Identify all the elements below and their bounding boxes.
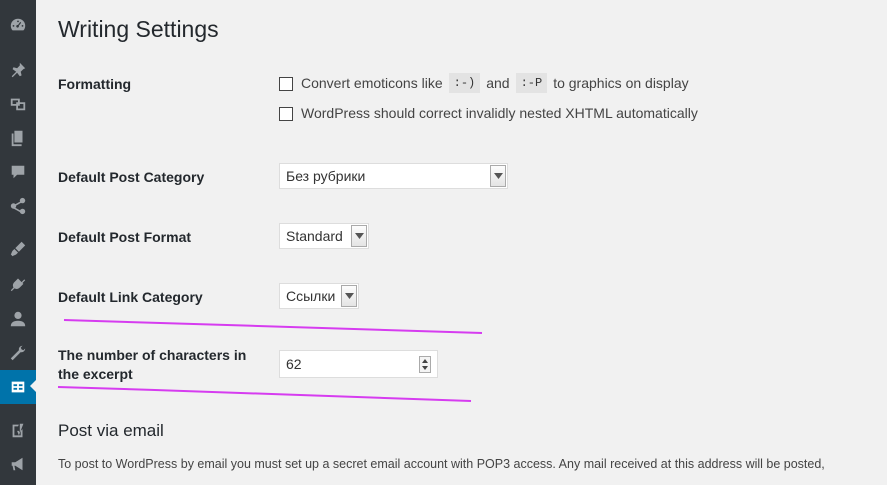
- share-icon[interactable]: [0, 189, 36, 223]
- default-link-category-select[interactable]: Ссылки: [279, 283, 359, 309]
- chevron-down-icon: [490, 165, 506, 187]
- tools-icon[interactable]: [0, 336, 36, 370]
- appearance-icon[interactable]: [0, 232, 36, 266]
- formatting-label: Formatting: [58, 76, 132, 92]
- chevron-down-icon: [341, 285, 357, 307]
- correct-xhtml-checkbox[interactable]: [279, 107, 293, 121]
- pin-icon[interactable]: [0, 53, 36, 87]
- dashboard-icon[interactable]: [0, 8, 36, 42]
- active-menu-indicator: [30, 380, 36, 392]
- spinner-up-icon[interactable]: [420, 357, 430, 365]
- emoticon-code-tongue: :-P: [515, 73, 548, 93]
- pages-icon[interactable]: [0, 121, 36, 155]
- post-via-email-heading: Post via email: [58, 421, 164, 440]
- default-link-category-label: Default Link Category: [58, 289, 203, 305]
- megaphone-icon[interactable]: [0, 447, 36, 481]
- users-icon[interactable]: [0, 302, 36, 336]
- annotation-underline-2: [57, 386, 472, 402]
- excerpt-length-input[interactable]: 62: [279, 350, 438, 378]
- yoast-icon[interactable]: [0, 413, 36, 447]
- excerpt-length-value: 62: [286, 356, 302, 372]
- default-post-category-value: Без рубрики: [286, 168, 366, 184]
- excerpt-length-label: The number of characters in the excerpt: [58, 347, 247, 382]
- annotation-underline-1: [63, 319, 483, 334]
- emoticons-text-before: Convert emoticons like: [301, 75, 443, 91]
- default-post-format-value: Standard: [286, 228, 343, 244]
- plugins-icon[interactable]: [0, 266, 36, 300]
- post-via-email-description: To post to WordPress by email you must s…: [58, 457, 825, 471]
- page-title: Writing Settings: [58, 16, 219, 42]
- default-post-category-select[interactable]: Без рубрики: [279, 163, 508, 189]
- default-post-format-select[interactable]: Standard: [279, 223, 369, 249]
- correct-xhtml-label[interactable]: WordPress should correct invalidly neste…: [301, 105, 698, 121]
- emoticons-text-after: to graphics on display: [553, 75, 689, 91]
- default-post-category-label: Default Post Category: [58, 169, 205, 185]
- media-icon[interactable]: [0, 87, 36, 121]
- emoticon-code-smile: :-): [448, 73, 481, 93]
- convert-emoticons-checkbox[interactable]: [279, 77, 293, 91]
- chevron-down-icon: [351, 225, 367, 247]
- comments-icon[interactable]: [0, 155, 36, 189]
- convert-emoticons-label[interactable]: Convert emoticons like :-) and :-P to gr…: [301, 72, 689, 94]
- default-link-category-value: Ссылки: [286, 288, 336, 304]
- default-post-format-label: Default Post Format: [58, 229, 192, 245]
- emoticons-text-mid: and: [486, 75, 510, 91]
- admin-sidebar: [0, 0, 36, 485]
- number-spinner[interactable]: [419, 356, 431, 373]
- spinner-down-icon[interactable]: [420, 365, 430, 373]
